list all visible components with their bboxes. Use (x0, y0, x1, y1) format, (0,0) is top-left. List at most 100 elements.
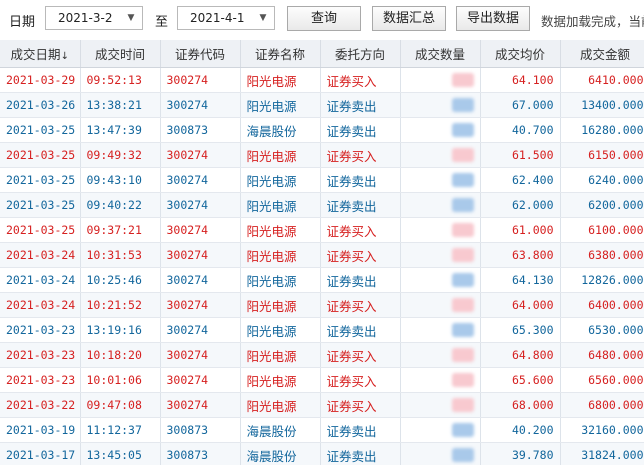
table-row[interactable]: 2021-03-24 10:25:46 300274 阳光电源 证券卖出 64.130 12… (0, 267, 644, 293)
cell-direction: 证券卖出 (320, 92, 401, 118)
cell-quantity (400, 67, 481, 93)
cell-date: 2021-03-23 (0, 342, 81, 368)
table-row[interactable]: 2021-03-24 10:31:53 300274 阳光电源 证券买入 63.800 63… (0, 242, 644, 268)
col-header-date-label: 成交日期 (10, 47, 61, 62)
cell-date: 2021-03-24 (0, 292, 81, 318)
table-row[interactable]: 2021-03-25 09:40:22 300274 阳光电源 证券卖出 62.000 62… (0, 192, 644, 218)
query-button[interactable]: 查询 (287, 6, 361, 31)
cell-quantity (400, 292, 481, 318)
chevron-down-icon[interactable]: ▼ (256, 10, 270, 26)
export-button[interactable]: 导出数据 (456, 6, 530, 31)
sort-desc-icon: ↓ (60, 51, 69, 62)
cell-code: 300274 (160, 242, 241, 268)
cell-amount: 6410.000 (560, 67, 644, 93)
table-row[interactable]: 2021-03-22 09:47:08 300274 阳光电源 证券买入 68.000 68… (0, 392, 644, 418)
cell-quantity (400, 142, 481, 168)
cell-time: 13:45:05 (80, 442, 161, 465)
table-row[interactable]: 2021-03-23 10:01:06 300274 阳光电源 证券买入 65.600 65… (0, 367, 644, 393)
cell-amount: 16280.000 (560, 117, 644, 143)
cell-name: 海晨股份 (240, 442, 321, 465)
table-row[interactable]: 2021-03-25 13:47:39 300873 海晨股份 证券卖出 40.700 16… (0, 117, 644, 143)
cell-direction: 证券买入 (320, 67, 401, 93)
to-label: 至 (155, 15, 169, 30)
table-row[interactable]: 2021-03-23 13:19:16 300274 阳光电源 证券卖出 65.300 65… (0, 317, 644, 343)
col-header-quantity[interactable]: 成交数量 (400, 40, 481, 68)
cell-direction: 证券卖出 (320, 167, 401, 193)
cell-quantity (400, 242, 481, 268)
cell-date: 2021-03-23 (0, 367, 81, 393)
cell-code: 300274 (160, 217, 241, 243)
cell-price: 67.000 (480, 92, 561, 118)
redacted-quantity (451, 273, 474, 288)
cell-time: 13:47:39 (80, 117, 161, 143)
cell-quantity (400, 167, 481, 193)
cell-quantity (400, 117, 481, 143)
table-row[interactable]: 2021-03-24 10:21:52 300274 阳光电源 证券买入 64.000 64… (0, 292, 644, 318)
cell-quantity (400, 417, 481, 443)
cell-code: 300873 (160, 117, 241, 143)
cell-name: 阳光电源 (240, 342, 321, 368)
cell-date: 2021-03-19 (0, 417, 81, 443)
table-header: 成交日期↓ 成交时间 证券代码 证券名称 委托方向 成交数量 成交均价 成交金额 (0, 40, 644, 68)
cell-code: 300873 (160, 417, 241, 443)
cell-time: 09:47:08 (80, 392, 161, 418)
cell-quantity (400, 392, 481, 418)
col-header-amount[interactable]: 成交金额 (560, 40, 644, 68)
table-row[interactable]: 2021-03-25 09:43:10 300274 阳光电源 证券卖出 62.400 62… (0, 167, 644, 193)
summary-button[interactable]: 数据汇总 (372, 6, 446, 31)
cell-price: 65.300 (480, 317, 561, 343)
cell-price: 40.700 (480, 117, 561, 143)
cell-direction: 证券卖出 (320, 267, 401, 293)
end-date-picker[interactable]: 2021-4-1 ▼ (177, 6, 275, 30)
cell-date: 2021-03-23 (0, 317, 81, 343)
col-header-direction[interactable]: 委托方向 (320, 40, 401, 68)
cell-name: 阳光电源 (240, 367, 321, 393)
cell-name: 阳光电源 (240, 242, 321, 268)
cell-date: 2021-03-25 (0, 217, 81, 243)
cell-amount: 6560.000 (560, 367, 644, 393)
col-header-price[interactable]: 成交均价 (480, 40, 561, 68)
toolbar: 日期 2021-3-2 ▼ 至 2021-4-1 ▼ 查询 数据汇总 导出数据 … (0, 0, 644, 38)
table-row[interactable]: 2021-03-29 09:52:13 300274 阳光电源 证券买入 64.100 64… (0, 67, 644, 93)
cell-name: 阳光电源 (240, 142, 321, 168)
table-row[interactable]: 2021-03-23 10:18:20 300274 阳光电源 证券买入 64.800 64… (0, 342, 644, 368)
chevron-down-icon[interactable]: ▼ (124, 10, 138, 26)
cell-quantity (400, 442, 481, 465)
cell-price: 64.130 (480, 267, 561, 293)
cell-amount: 6100.000 (560, 217, 644, 243)
redacted-quantity (451, 323, 474, 338)
cell-price: 61.000 (480, 217, 561, 243)
table-row[interactable]: 2021-03-25 09:37:21 300274 阳光电源 证券买入 61.000 61… (0, 217, 644, 243)
cell-direction: 证券卖出 (320, 192, 401, 218)
col-header-code[interactable]: 证券代码 (160, 40, 241, 68)
cell-name: 海晨股份 (240, 417, 321, 443)
col-header-date[interactable]: 成交日期↓ (0, 40, 81, 68)
cell-amount: 6380.000 (560, 242, 644, 268)
cell-quantity (400, 217, 481, 243)
redacted-quantity (451, 98, 474, 113)
cell-code: 300274 (160, 367, 241, 393)
start-date-picker[interactable]: 2021-3-2 ▼ (45, 6, 143, 30)
cell-quantity (400, 317, 481, 343)
cell-amount: 13400.000 (560, 92, 644, 118)
redacted-quantity (451, 298, 474, 313)
cell-amount: 12826.000 (560, 267, 644, 293)
cell-direction: 证券买入 (320, 142, 401, 168)
table-row[interactable]: 2021-03-25 09:49:32 300274 阳光电源 证券买入 61.500 61… (0, 142, 644, 168)
cell-time: 09:43:10 (80, 167, 161, 193)
table-row[interactable]: 2021-03-19 11:12:37 300873 海晨股份 证券卖出 40.200 32… (0, 417, 644, 443)
cell-date: 2021-03-25 (0, 142, 81, 168)
cell-direction: 证券卖出 (320, 417, 401, 443)
table-row[interactable]: 2021-03-17 13:45:05 300873 海晨股份 证券卖出 39.780 31… (0, 442, 644, 465)
cell-direction: 证券买入 (320, 367, 401, 393)
redacted-quantity (451, 73, 474, 88)
table-row[interactable]: 2021-03-26 13:38:21 300274 阳光电源 证券卖出 67.000 13… (0, 92, 644, 118)
col-header-time[interactable]: 成交时间 (80, 40, 161, 68)
cell-code: 300274 (160, 167, 241, 193)
redacted-quantity (451, 223, 474, 238)
status-text: 数据加载完成，当前 (541, 14, 644, 29)
cell-time: 13:38:21 (80, 92, 161, 118)
col-header-name[interactable]: 证券名称 (240, 40, 321, 68)
date-label: 日期 (9, 15, 36, 30)
cell-amount: 31824.000 (560, 442, 644, 465)
